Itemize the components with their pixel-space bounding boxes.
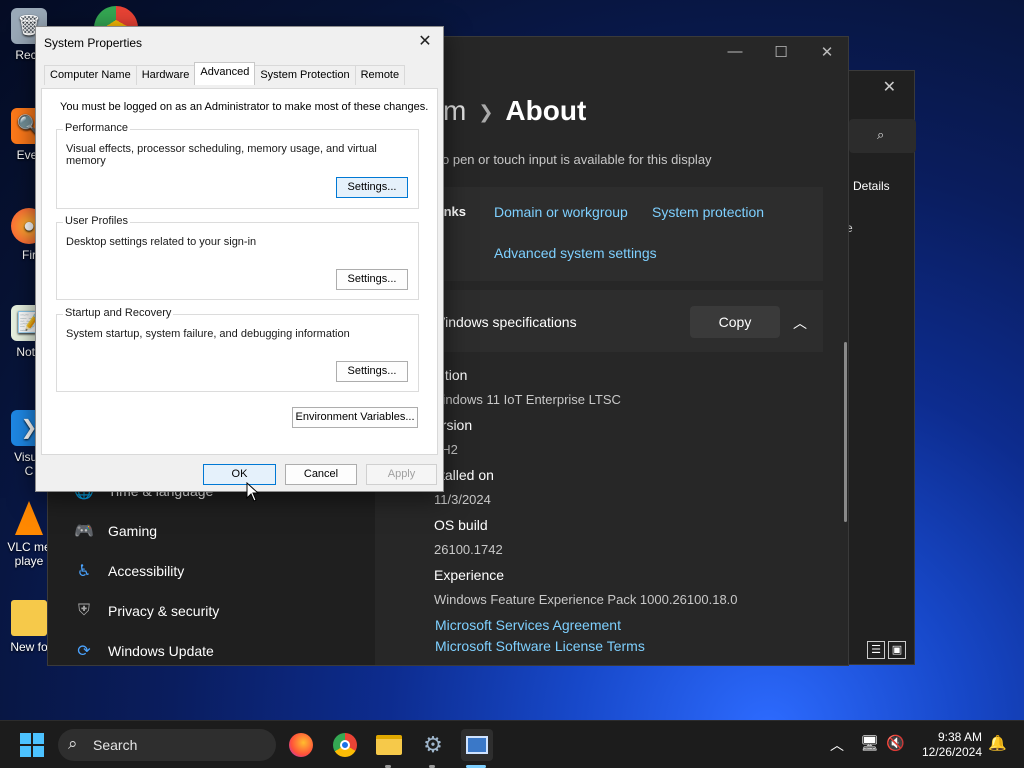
related-links-card: inks Domain or workgroup System protecti… xyxy=(428,187,823,281)
breadcrumb: m ❯ About xyxy=(443,95,586,127)
advanced-tab-panel: You must be logged on as an Administrato… xyxy=(41,88,438,455)
dialog-title: System Properties xyxy=(44,36,143,50)
firefox-icon xyxy=(289,733,313,757)
folder-icon xyxy=(11,600,47,636)
taskbar: ⌕ Search ⚙ ︿ 🖥 🔇 9:38 AM 12/26/2024 🔔 xyxy=(0,720,1024,768)
details-view-icon[interactable]: ☰ xyxy=(867,641,885,659)
start-button[interactable] xyxy=(20,733,44,757)
chevron-up-icon[interactable]: ︿ xyxy=(830,735,844,755)
tab-remote[interactable]: Remote xyxy=(354,65,406,85)
taskbar-settings[interactable]: ⚙ xyxy=(417,729,449,761)
performance-group: Performance Visual effects, processor sc… xyxy=(56,122,419,209)
explorer-search-box[interactable]: ⌕ xyxy=(849,119,916,153)
taskbar-firefox[interactable] xyxy=(285,729,317,761)
system-properties-dialog: System Properties ✕ Computer Name Hardwa… xyxy=(35,26,444,492)
dialog-tabs: Computer Name Hardware Advanced System P… xyxy=(44,62,406,85)
nav-windows-update[interactable]: ⟳ Windows Update xyxy=(74,641,214,661)
taskbar-search[interactable]: ⌕ Search xyxy=(58,729,276,761)
volume-muted-icon[interactable]: 🔇 xyxy=(886,734,905,752)
link-system-protection[interactable]: System protection xyxy=(652,204,764,220)
accessibility-icon: ♿ xyxy=(76,563,92,580)
search-label: Search xyxy=(93,737,138,753)
admin-note: You must be logged on as an Administrato… xyxy=(60,101,429,113)
close-icon[interactable]: ✕ xyxy=(415,31,435,51)
search-icon: ⌕ xyxy=(877,127,885,142)
tiles-view-icon[interactable]: ▣ xyxy=(888,641,906,659)
group-description: Visual effects, processor scheduling, me… xyxy=(66,143,377,167)
spec-os-build-value: 26100.1742 xyxy=(434,542,503,557)
startup-recovery-group: Startup and Recovery System startup, sys… xyxy=(56,307,419,392)
chevron-right-icon: ❯ xyxy=(478,102,494,123)
vlc-icon xyxy=(11,500,47,536)
cancel-button[interactable]: Cancel xyxy=(285,464,357,485)
environment-variables-button[interactable]: Environment Variables... xyxy=(292,407,418,428)
system-properties-icon xyxy=(466,736,488,754)
spec-experience-value: Windows Feature Experience Pack 1000.261… xyxy=(434,592,738,607)
nav-privacy-security[interactable]: ⛨ Privacy & security xyxy=(74,601,219,621)
ok-button[interactable]: OK xyxy=(203,464,276,485)
clock-time: 9:38 AM xyxy=(937,730,982,744)
window-controls: — ☐ ✕ xyxy=(724,43,838,61)
taskbar-system-properties[interactable] xyxy=(461,729,493,761)
gamepad-icon: 🎮 xyxy=(74,523,94,540)
spec-experience-label: Experience xyxy=(434,567,505,583)
tab-system-protection[interactable]: System Protection xyxy=(254,65,356,85)
file-explorer-icon xyxy=(376,735,402,755)
group-title: User Profiles xyxy=(63,215,130,227)
explorer-details-button[interactable]: Details xyxy=(853,179,890,193)
nav-gaming[interactable]: 🎮 Gaming xyxy=(74,521,157,541)
startup-recovery-settings-button[interactable]: Settings... xyxy=(336,361,408,382)
windows-specs-title: Vindows specifications xyxy=(436,314,577,330)
link-services-agreement[interactable]: Microsoft Services Agreement xyxy=(435,617,621,633)
maximize-icon[interactable]: ☐ xyxy=(770,43,792,61)
link-advanced-system-settings[interactable]: Advanced system settings xyxy=(494,245,657,261)
explorer-view-buttons: ☰ ▣ xyxy=(867,641,906,659)
taskbar-chrome[interactable] xyxy=(329,729,361,761)
chrome-icon xyxy=(333,733,357,757)
link-license-terms[interactable]: Microsoft Software License Terms xyxy=(435,638,645,654)
nav-label: Gaming xyxy=(108,523,158,539)
tab-advanced[interactable]: Advanced xyxy=(194,62,256,85)
tab-computer-name[interactable]: Computer Name xyxy=(44,65,137,85)
performance-settings-button[interactable]: Settings... xyxy=(336,177,408,198)
explorer-close-icon[interactable]: ✕ xyxy=(883,77,896,97)
nav-label: Accessibility xyxy=(108,563,185,579)
nav-label: Windows Update xyxy=(108,643,214,659)
windows-logo-icon xyxy=(20,733,44,757)
windows-update-icon: ⟳ xyxy=(77,643,91,660)
breadcrumb-parent[interactable]: m xyxy=(443,95,466,126)
scrollbar[interactable] xyxy=(844,342,847,522)
spec-installed-value: 11/3/2024 xyxy=(434,492,491,507)
settings-icon: ⚙ xyxy=(423,732,443,757)
nav-accessibility[interactable]: ♿ Accessibility xyxy=(74,561,184,581)
group-title: Performance xyxy=(63,122,130,134)
minimize-icon[interactable]: — xyxy=(724,43,746,61)
group-title: Startup and Recovery xyxy=(63,307,174,319)
chevron-up-icon[interactable]: ︿ xyxy=(793,313,807,333)
user-profiles-settings-button[interactable]: Settings... xyxy=(336,269,408,290)
spec-os-build-label: OS build xyxy=(434,517,488,533)
shield-icon: ⛨ xyxy=(77,602,90,619)
system-clock[interactable]: 9:38 AM 12/26/2024 xyxy=(912,730,982,760)
mouse-cursor-icon xyxy=(246,482,260,502)
network-icon[interactable]: 🖥 xyxy=(860,734,879,752)
apply-button[interactable]: Apply xyxy=(366,464,437,485)
taskbar-file-explorer[interactable] xyxy=(373,729,405,761)
link-domain-workgroup[interactable]: Domain or workgroup xyxy=(494,204,628,220)
notification-bell-icon[interactable]: 🔔 xyxy=(988,734,1007,752)
spec-edition-value: Vindows 11 IoT Enterprise LTSC xyxy=(434,392,621,407)
copy-button[interactable]: Copy xyxy=(690,306,780,338)
close-icon[interactable]: ✕ xyxy=(816,43,838,61)
search-icon: ⌕ xyxy=(68,734,78,753)
group-description: Desktop settings related to your sign-in xyxy=(66,236,257,248)
pen-touch-text: o pen or touch input is available for th… xyxy=(442,152,712,167)
clock-date: 12/26/2024 xyxy=(921,745,982,759)
user-profiles-group: User Profiles Desktop settings related t… xyxy=(56,215,419,300)
page-title: About xyxy=(505,95,587,126)
group-description: System startup, system failure, and debu… xyxy=(66,328,350,340)
tab-hardware[interactable]: Hardware xyxy=(135,65,196,85)
nav-label: Privacy & security xyxy=(108,603,220,619)
